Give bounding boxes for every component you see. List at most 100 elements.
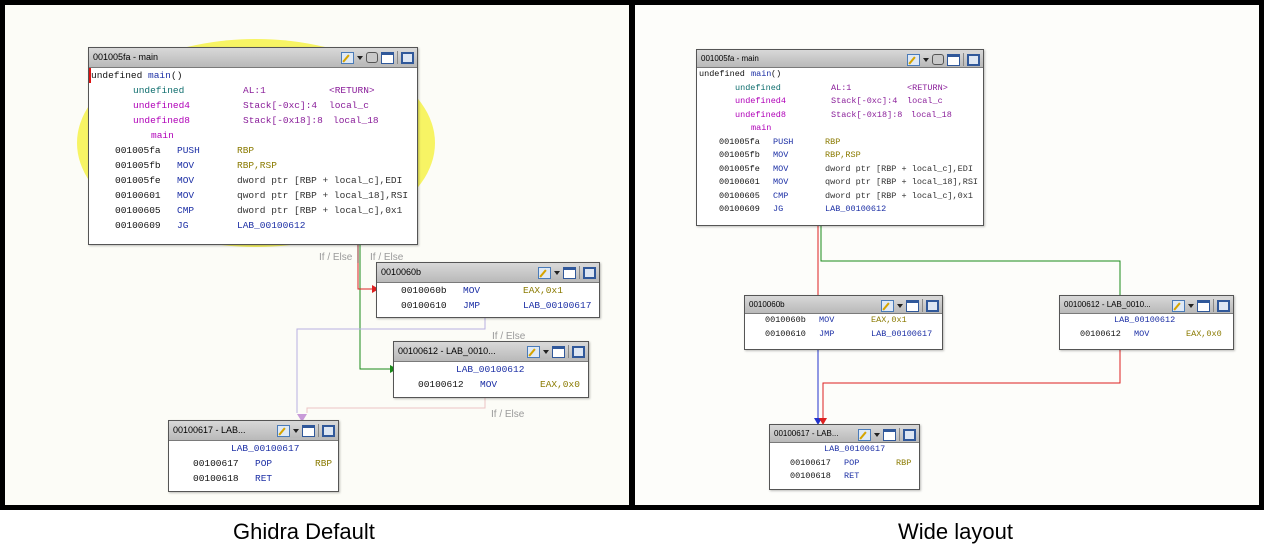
maximize-icon[interactable] [1217,299,1230,312]
instr-mnemonic: MOV [1134,328,1150,339]
code-block-00100617[interactable]: 00100617 - LAB... LAB_00100617 00100617 … [769,424,920,490]
instr-mnemonic: JMP [819,328,835,339]
maximize-icon[interactable] [583,266,596,279]
block-listing[interactable]: 0010060b MOV EAX,0x1 00100610 JMP LAB_00… [377,283,599,313]
edit-icon[interactable] [1172,299,1185,312]
maximize-icon[interactable] [401,51,414,64]
param-name: local_18 [911,109,952,120]
dropdown-arrow-icon[interactable] [357,55,363,60]
instr-operands: dword ptr [RBP + local_c],EDI [237,175,403,186]
instr-operands[interactable]: LAB_00100617 [871,328,932,342]
dropdown-arrow-icon[interactable] [874,432,880,437]
code-block-0010060b[interactable]: 0010060b 0010060b MOV EAX,0x1 00100610 J… [744,295,943,350]
instr-mnemonic: MOV [480,379,498,390]
instr-operands: qword ptr [RBP + local_18],RSI [237,190,409,201]
block-header[interactable]: 001005fa - main [697,50,983,68]
instr-operands[interactable]: LAB_00100612 [825,203,886,217]
maximize-icon[interactable] [322,424,335,437]
window-icon[interactable] [883,428,896,441]
instr-mnemonic: MOV [463,285,481,296]
dropdown-arrow-icon[interactable] [923,57,929,62]
edit-icon[interactable] [277,424,290,437]
instr-operands: dword ptr [RBP + local_c],0x1 [237,205,403,216]
instr-address: 001005fa [719,136,760,147]
code-block-main[interactable]: 001005fa - main undefined main () undefi… [696,49,984,226]
param-storage: AL:1 [243,85,266,96]
instr-mnemonic: JMP [463,300,481,311]
maximize-icon[interactable] [926,299,939,312]
window-icon[interactable] [906,299,919,312]
func-parens: () [771,69,782,79]
block-listing[interactable]: undefined main () undefined AL:1 <RETURN… [89,68,417,233]
snapshot-icon[interactable] [366,52,378,63]
instr-address: 00100605 [719,190,760,201]
instr-mnemonic: MOV [773,177,789,187]
block-header[interactable]: 00100617 - LAB... [770,425,919,443]
instr-address: 001005fa [115,145,161,156]
maximize-icon[interactable] [572,345,585,358]
instr-operands: RBP [825,136,841,147]
instr-operands[interactable]: LAB_00100617 [523,298,591,313]
instr-operands[interactable]: LAB_00100612 [237,218,305,233]
instr-address: 0010060b [401,285,447,296]
window-icon[interactable] [1197,299,1210,312]
code-block-00100617[interactable]: 00100617 - LAB... LAB_00100617 00100617 … [168,420,339,492]
block-header[interactable]: 001005fa - main [89,48,417,68]
dropdown-arrow-icon[interactable] [554,270,560,275]
block-listing[interactable]: LAB_00100617 00100617 POP RBP 00100618 R… [770,443,919,484]
dropdown-arrow-icon[interactable] [1188,303,1194,308]
code-block-main[interactable]: 001005fa - main undefined main () undefi… [88,47,418,245]
block-listing[interactable]: undefined main () undefined AL:1 <RETURN… [697,68,983,217]
func-name[interactable]: main [148,68,171,83]
instr-address: 00100605 [115,205,161,216]
edit-icon[interactable] [538,266,551,279]
dropdown-arrow-icon[interactable] [543,349,549,354]
block-header[interactable]: 0010060b [377,263,599,283]
instr-mnemonic: POP [844,457,860,468]
instr-mnemonic: MOV [177,175,195,186]
edit-icon[interactable] [858,428,871,441]
edit-icon[interactable] [907,53,920,66]
instr-address: 00100612 [418,379,464,390]
param-storage: Stack[-0xc]:4 [243,100,318,111]
func-name[interactable]: main [751,68,771,82]
edge-0612-to-0617 [822,346,1121,418]
block-title: 00100612 - LAB_0010... [1064,300,1151,309]
window-icon[interactable] [381,51,394,64]
param-name: local_c [329,100,369,111]
code-block-00100612[interactable]: 00100612 - LAB_0010... LAB_00100612 0010… [1059,295,1234,350]
code-block-00100612[interactable]: 00100612 - LAB_0010... LAB_00100612 0010… [393,341,589,398]
block-listing[interactable]: LAB_00100612 00100612 MOV EAX,0x0 [1060,314,1233,341]
block-listing[interactable]: LAB_00100612 00100612 MOV EAX,0x0 [394,362,588,392]
code-block-0010060b[interactable]: 0010060b 0010060b MOV EAX,0x1 00100610 J… [376,262,600,318]
window-icon[interactable] [552,345,565,358]
block-listing[interactable]: LAB_00100617 00100617 POP RBP 00100618 R… [169,441,338,486]
edit-icon[interactable] [881,299,894,312]
window-icon[interactable] [563,266,576,279]
instr-mnemonic: MOV [819,315,835,325]
code-label: LAB_00100617 [231,443,300,454]
instr-mnemonic: MOV [177,190,195,201]
instr-address: 00100617 [193,458,239,469]
window-icon[interactable] [302,424,315,437]
dropdown-arrow-icon[interactable] [897,303,903,308]
instr-operands: dword ptr [RBP + local_c],EDI [825,163,973,174]
param-storage: AL:1 [831,82,852,93]
block-header[interactable]: 00100617 - LAB... [169,421,338,441]
graph-panel-wide: 001005fa - main undefined main () undefi… [630,0,1264,510]
maximize-icon[interactable] [903,428,916,441]
edit-icon[interactable] [527,345,540,358]
instr-address: 001005fe [719,163,760,174]
snapshot-icon[interactable] [932,54,944,65]
block-header[interactable]: 0010060b [745,296,942,314]
block-header[interactable]: 00100612 - LAB_0010... [394,342,588,362]
block-listing[interactable]: 0010060b MOV EAX,0x1 00100610 JMP LAB_00… [745,314,942,341]
dropdown-arrow-icon[interactable] [293,428,299,433]
edit-icon[interactable] [341,51,354,64]
maximize-icon[interactable] [967,53,980,66]
block-header[interactable]: 00100612 - LAB_0010... [1060,296,1233,314]
block-title: 00100617 - LAB... [774,429,839,438]
instr-operands: EAX,0x1 [523,285,563,296]
instr-mnemonic: MOV [773,163,789,174]
window-icon[interactable] [947,53,960,66]
